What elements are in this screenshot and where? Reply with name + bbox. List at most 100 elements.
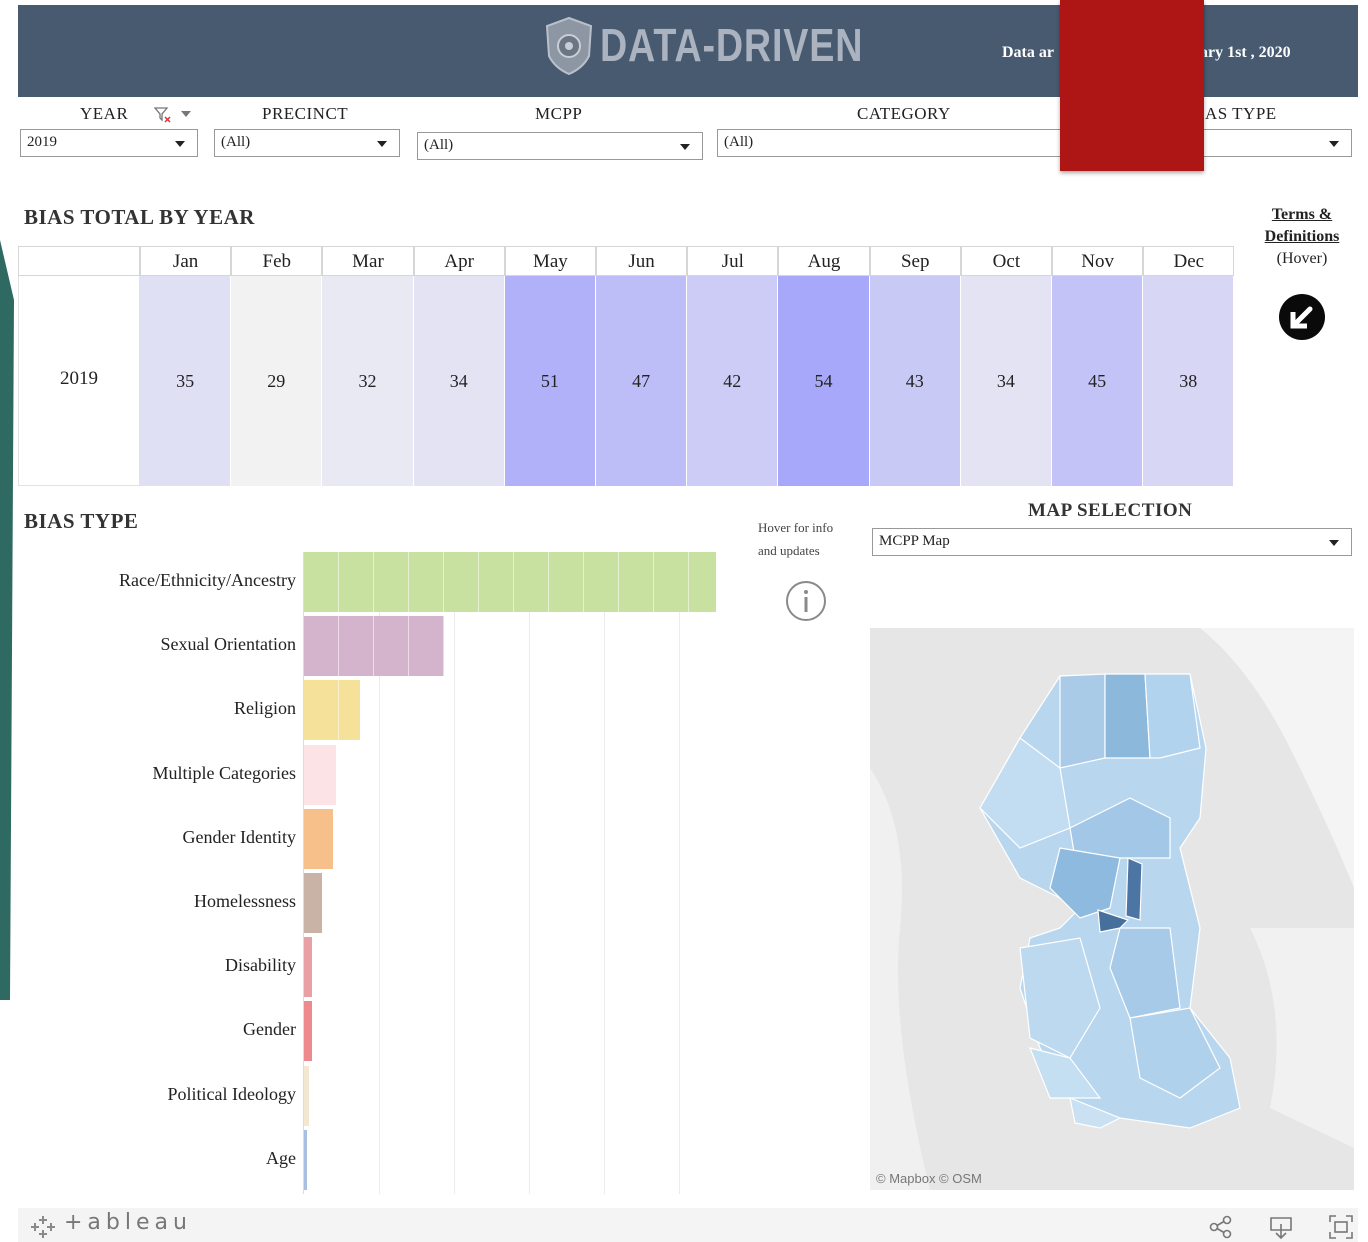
bar-mark[interactable] [304, 552, 716, 612]
tableau-brand: +ableau [64, 1210, 192, 1235]
heatmap-month-header: Jul [687, 246, 779, 276]
bar-mark[interactable] [304, 1065, 309, 1126]
heatmap-corner [18, 246, 140, 276]
heatmap-month-header: Oct [960, 246, 1052, 276]
filter-menu-chevron-icon[interactable] [181, 110, 191, 118]
heatmap-cell[interactable]: 34 [413, 276, 505, 486]
heatmap-cell[interactable]: 43 [869, 276, 961, 486]
chevron-down-icon [175, 141, 185, 147]
chevron-down-icon [1329, 540, 1339, 546]
map-selection-title: MAP SELECTION [1028, 500, 1193, 521]
terms-definitions[interactable]: Terms & Definitions (Hover) [1258, 206, 1346, 268]
heatmap-cell[interactable]: 54 [778, 276, 870, 486]
hover-note-line2: and updates [758, 543, 820, 558]
bar-category-label: Race/Ethnicity/Ancestry [119, 570, 296, 590]
heatmap-cell[interactable]: 51 [504, 276, 596, 486]
footer-bar [18, 1208, 1358, 1242]
bar-mark[interactable] [304, 1129, 307, 1190]
header-date-left: Data ar [1002, 44, 1054, 61]
year-dropdown[interactable]: 2019 [20, 129, 198, 157]
logo-text: DATA-DRIVEN [600, 19, 864, 71]
terms-hover: (Hover) [1276, 250, 1328, 267]
redaction-box [1060, 0, 1204, 171]
heatmap-cell[interactable]: 47 [596, 276, 688, 486]
heatmap-month-header: May [504, 246, 596, 276]
heatmap-month-header: Feb [231, 246, 323, 276]
bar-category-label: Gender Identity [182, 826, 296, 847]
police-seal-icon [545, 16, 593, 76]
chevron-down-icon [680, 144, 690, 150]
mcpp-map[interactable]: © Mapbox © OSM [870, 628, 1354, 1190]
clear-filter-icon[interactable] [154, 106, 172, 124]
bias-total-heatmap: Jan Feb Mar Apr May Jun Jul Aug Sep Oct Nov Dec 201… [18, 246, 1235, 486]
filter-label-category: CATEGORY [857, 104, 951, 123]
map-selection-dropdown[interactable]: MCPP Map [872, 528, 1352, 556]
bar-gridline [679, 552, 680, 1194]
heatmap-cell[interactable]: 29 [231, 276, 323, 486]
bar-category-label: Homelessness [194, 891, 296, 911]
chevron-down-icon [377, 141, 387, 147]
heatmap-month-header: Nov [1052, 246, 1144, 276]
bar-gridline [604, 552, 605, 1194]
heatmap-row-label: 2019 [18, 276, 140, 486]
heatmap-cell[interactable]: 45 [1052, 276, 1144, 486]
map-selection-value: MCPP Map [879, 533, 950, 549]
info-icon[interactable] [785, 580, 827, 622]
bar-mark[interactable] [304, 808, 333, 869]
arrow-down-left-circle-icon[interactable] [1277, 292, 1327, 342]
header-date-right: ary 1st , 2020 [1199, 44, 1291, 61]
bar-mark[interactable] [304, 1001, 312, 1062]
map-attribution: © Mapbox © OSM [876, 1171, 982, 1186]
heatmap-cell[interactable]: 35 [140, 276, 232, 486]
heatmap-month-header: Jan [140, 246, 232, 276]
chevron-down-icon [1329, 141, 1339, 147]
bar-mark[interactable] [304, 680, 360, 741]
fullscreen-icon[interactable] [1328, 1214, 1354, 1240]
bar-mark[interactable] [304, 937, 312, 998]
bias-total-title: BIAS TOTAL BY YEAR [24, 205, 255, 229]
filter-label-bias-type: AS TYPE [1205, 104, 1277, 123]
bias-type-dropdown[interactable] [1200, 129, 1352, 157]
mcpp-dropdown-value: (All) [424, 137, 454, 153]
bar-category-label: Multiple Categories [152, 762, 296, 783]
bar-mark[interactable] [304, 873, 323, 933]
tableau-logo-icon [31, 1216, 55, 1238]
heatmap-cell[interactable]: 32 [322, 276, 414, 486]
heatmap-month-header: Jun [596, 246, 688, 276]
bias-type-title: BIAS TYPE [24, 509, 139, 533]
bar-category-label: Religion [234, 698, 296, 719]
decorative-edge [0, 240, 14, 1000]
share-icon[interactable] [1208, 1214, 1234, 1240]
mcpp-dropdown[interactable]: (All) [417, 132, 703, 160]
bar-category-label: Gender [243, 1019, 296, 1040]
terms-line2: Definitions [1264, 228, 1340, 245]
bar-category-label: Age [266, 1147, 296, 1168]
heatmap-cell[interactable]: 34 [960, 276, 1052, 486]
heatmap-month-header: Aug [778, 246, 870, 276]
map-canvas[interactable]: © Mapbox © OSM [870, 628, 1354, 1190]
heatmap-cell[interactable]: 42 [687, 276, 779, 486]
category-dropdown[interactable]: (All) [717, 129, 1062, 157]
download-icon[interactable] [1268, 1214, 1294, 1240]
filter-label-precinct: PRECINCT [262, 104, 349, 123]
heatmap-month-header: Apr [413, 246, 505, 276]
year-dropdown-value: 2019 [27, 134, 57, 150]
terms-line1: Terms & [1271, 206, 1333, 223]
bar-category-label: Political Ideology [167, 1083, 296, 1104]
bar-gridline [454, 552, 455, 1194]
filter-label-mcpp: MCPP [535, 104, 583, 123]
hover-note-line1: Hover for info [758, 520, 834, 535]
category-dropdown-value: (All) [724, 134, 754, 150]
heatmap-month-header: Dec [1143, 246, 1235, 276]
bar-mark[interactable] [304, 744, 336, 805]
heatmap-month-header: Sep [869, 246, 961, 276]
precinct-dropdown[interactable]: (All) [214, 129, 400, 157]
bar-gridline [529, 552, 530, 1194]
bar-category-label: Sexual Orientation [160, 634, 296, 655]
filter-label-year: YEAR [80, 104, 129, 123]
bar-category-label: Disability [225, 955, 296, 976]
hover-info-note: Hover for info and updates [758, 516, 833, 562]
bar-mark[interactable] [304, 616, 444, 677]
heatmap-month-header: Mar [322, 246, 414, 276]
heatmap-cell[interactable]: 38 [1143, 276, 1235, 486]
